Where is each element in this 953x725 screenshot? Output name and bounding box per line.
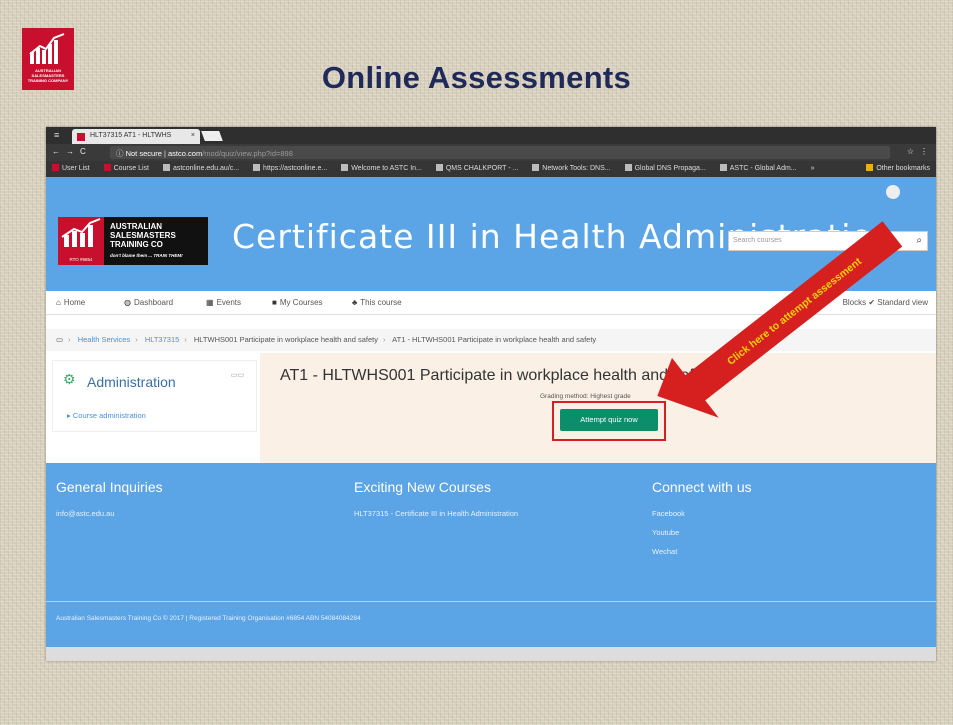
close-tab-icon[interactable]: ×: [191, 132, 195, 139]
courses-icon: ■: [272, 298, 277, 307]
site-logo-tagline: don't blame them ... TRAIN THEM!: [110, 253, 183, 258]
bookmark-item[interactable]: Global DNS Propaga...: [624, 161, 706, 177]
nav-home[interactable]: ⌂ Home: [56, 298, 85, 307]
url-field[interactable]: ⓘ Not secure | astco.com/mod/quiz/view.p…: [110, 146, 890, 159]
back-icon[interactable]: ←: [52, 147, 66, 156]
block-controls-icon[interactable]: ▭▭: [231, 371, 244, 379]
home-icon: ⌂: [56, 298, 61, 307]
nav-dashboard[interactable]: ◍ Dashboard: [124, 298, 173, 307]
grading-method: Grading method: Highest grade: [540, 393, 631, 400]
contact-email-link[interactable]: info@astc.edu.au: [56, 509, 163, 518]
footer-courses: Exciting New Courses HLT37315 - Certific…: [354, 479, 518, 518]
gears-icon: ⚙: [63, 371, 76, 387]
footer-general-title: General Inquiries: [56, 479, 163, 495]
standard-view-link[interactable]: Standard view: [877, 298, 928, 307]
footer-general: General Inquiries info@astc.edu.au: [56, 479, 163, 518]
url-path: /mod/quiz/view.php?id=898: [202, 149, 293, 158]
tab-title: HLT37315 AT1 - HLTWHS: [90, 132, 172, 139]
bookmark-item[interactable]: astconline.edu.au/c...: [162, 161, 239, 177]
bookmark-item[interactable]: Course List: [103, 161, 149, 177]
bookmark-overflow[interactable]: »: [811, 161, 815, 177]
course-administration-link[interactable]: ▸ Course administration: [67, 411, 146, 420]
address-bar: ←→C ⓘ Not secure | astco.com/mod/quiz/vi…: [46, 144, 936, 161]
user-avatar[interactable]: [886, 185, 900, 199]
slide-title: Online Assessments: [321, 60, 632, 95]
search-input[interactable]: Search courses ⌕: [728, 231, 928, 251]
other-bookmarks[interactable]: Other bookmarks: [866, 161, 930, 177]
site-logo-mark: RTO #6854: [58, 217, 104, 265]
folder-icon: ▭: [56, 335, 64, 344]
reload-icon[interactable]: C: [80, 147, 92, 156]
dashboard-icon: ◍: [124, 298, 131, 307]
footer-course-link[interactable]: HLT37315 - Certificate III in Health Adm…: [354, 509, 518, 518]
bookmarks-bar: User List Course List astconline.edu.au/…: [46, 161, 936, 177]
bookmark-item[interactable]: ASTC - Global Adm...: [719, 161, 797, 177]
nav-buttons: ←→C: [52, 147, 92, 156]
forward-icon[interactable]: →: [66, 147, 80, 156]
nav-my-courses[interactable]: ■ My Courses: [272, 298, 323, 307]
bottom-strip: [46, 647, 936, 661]
youtube-link[interactable]: Youtube: [652, 528, 752, 537]
site-logo-rto: RTO #6854: [69, 257, 93, 262]
browser-tab[interactable]: HLT37315 AT1 - HLTWHS ×: [72, 129, 200, 144]
blocks-link[interactable]: Blocks: [843, 298, 867, 307]
bookmark-star-icon[interactable]: ☆: [907, 147, 914, 156]
wechat-link[interactable]: Wechat: [652, 547, 752, 556]
attempt-quiz-button[interactable]: Attempt quiz now: [560, 409, 658, 431]
nav-right: Blocks ✔ Standard view: [843, 298, 928, 307]
bookmark-item[interactable]: QMS CHALKPORT - ...: [435, 161, 518, 177]
breadcrumb-item: AT1 - HLTWHS001 Participate in workplace…: [392, 335, 597, 344]
site-footer: General Inquiries info@astc.edu.au Excit…: [46, 463, 936, 647]
breadcrumb: ▭ › Health Services › HLT37315 › HLTWHS001 …: [46, 329, 936, 351]
search-icon[interactable]: ⌕: [916, 235, 922, 246]
browser-menu-icon[interactable]: ⋮: [920, 147, 928, 156]
quiz-title: AT1 - HLTWHS001 Participate in workplace…: [280, 367, 716, 384]
site-navbar: ⌂ Home ◍ Dashboard ▦ Events ■ My Courses ♣ Th…: [46, 291, 936, 315]
administration-title: Administration: [87, 374, 176, 390]
site-logo-name: AUSTRALIAN SALESMASTERS TRAINING CO: [110, 222, 176, 249]
nav-events[interactable]: ▦ Events: [206, 298, 241, 307]
favicon-icon: [77, 133, 85, 141]
breadcrumb-item[interactable]: Health Services: [78, 335, 131, 344]
breadcrumb-item[interactable]: HLT37315: [145, 335, 179, 344]
footer-copyright: Australian Salesmasters Training Co © 20…: [56, 615, 361, 622]
breadcrumb-item[interactable]: HLTWHS001 Participate in workplace healt…: [194, 335, 378, 344]
url-host: astco.com: [168, 149, 203, 158]
chart-logo-icon: [61, 218, 101, 247]
footer-connect-title: Connect with us: [652, 479, 752, 495]
site-logo[interactable]: RTO #6854 AUSTRALIAN SALESMASTERS TRAINI…: [58, 217, 208, 265]
browser-window: ≡ HLT37315 AT1 - HLTWHS × ←→C ⓘ Not secu…: [46, 127, 936, 661]
footer-divider: [46, 601, 936, 602]
footer-connect: Connect with us Facebook Youtube Wechat: [652, 479, 752, 556]
administration-block: ⚙ Administration ▭▭ ▸ Course administrat…: [52, 360, 257, 432]
hamburger-icon[interactable]: ≡: [54, 130, 59, 140]
facebook-link[interactable]: Facebook: [652, 509, 752, 518]
site-header: RTO #6854 AUSTRALIAN SALESMASTERS TRAINI…: [46, 177, 936, 291]
info-icon: ⓘ: [116, 149, 126, 158]
tab-bar: ≡ HLT37315 AT1 - HLTWHS ×: [46, 127, 936, 144]
calendar-icon: ▦: [206, 298, 214, 307]
url-security: Not secure: [125, 149, 162, 158]
quiz-main: AT1 - HLTWHS001 Participate in workplace…: [260, 353, 936, 463]
bookmark-item[interactable]: Welcome to ASTC In...: [341, 161, 422, 177]
bookmark-item[interactable]: https://astconline.e...: [253, 161, 327, 177]
bookmark-item[interactable]: Network Tools: DNS...: [532, 161, 611, 177]
bookmark-item[interactable]: User List: [52, 161, 90, 177]
expand-icon: ✔: [868, 298, 878, 307]
new-tab-button[interactable]: [201, 131, 223, 141]
footer-courses-title: Exciting New Courses: [354, 479, 491, 495]
nav-this-course[interactable]: ♣ This course: [352, 298, 402, 307]
sitemap-icon: ♣: [352, 298, 358, 307]
